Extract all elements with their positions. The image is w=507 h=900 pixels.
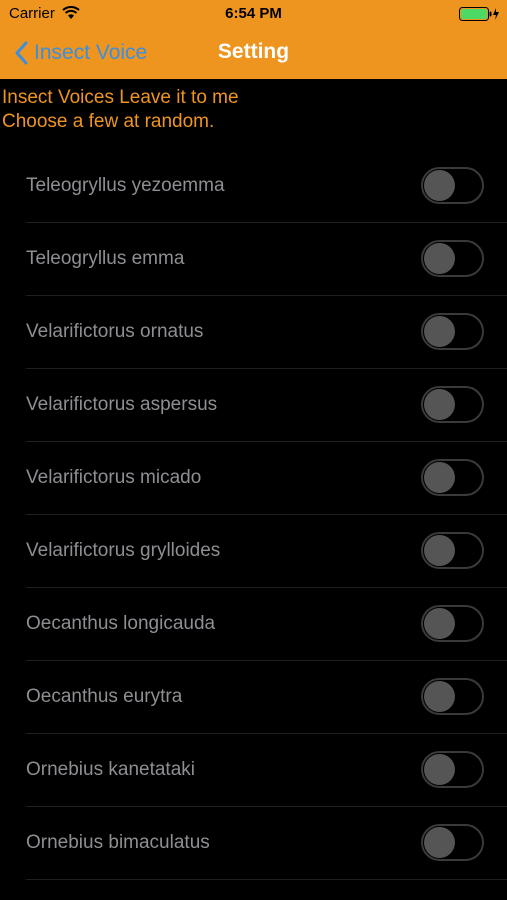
species-toggle[interactable] [421,459,484,496]
list-item: Oecanthus eurytra [0,661,507,734]
species-label: Velarifictorus aspersus [26,394,218,415]
toggle-knob [424,389,455,420]
list-item: Velarifictorus grylloides [0,515,507,588]
species-toggle[interactable] [421,532,484,569]
toggle-knob [424,462,455,493]
list-item: Teleogryllus emma [0,223,507,296]
species-toggle[interactable] [421,240,484,277]
toggle-knob [424,535,455,566]
battery-icon [459,7,501,25]
species-label: Oecanthus longicauda [26,613,216,634]
toggle-knob [424,681,455,712]
intro-text: Insect Voices Leave it to me Choose a fe… [2,86,239,134]
toggle-knob [424,608,455,639]
list-item: Ornebius kanetataki [0,734,507,807]
clock-time: 6:54 PM [225,5,282,22]
species-label: Oecanthus eurytra [26,686,183,707]
species-toggle[interactable] [421,313,484,350]
species-toggle[interactable] [421,386,484,423]
toggle-knob [424,754,455,785]
toggle-knob [424,316,455,347]
header-bar: Carrier 6:54 PM Insect Voice Setting [0,0,507,79]
species-label: Teleogryllus yezoemma [26,175,225,196]
list-item: Teleogryllus yezoemma [0,150,507,223]
intro-line-1: Insect Voices Leave it to me [2,87,239,108]
toggle-knob [424,827,455,858]
status-bar: Carrier 6:54 PM [0,0,507,28]
list-item: Velarifictorus ornatus [0,296,507,369]
toggle-knob [424,170,455,201]
list-item: Oecanthus longicauda [0,588,507,661]
list-item: Velarifictorus micado [0,442,507,515]
species-list: Teleogryllus yezoemma Teleogryllus emma … [0,150,507,880]
list-item: Velarifictorus aspersus [0,369,507,442]
intro-line-2: Choose a few at random. [2,111,215,132]
list-item: Ornebius bimaculatus [0,807,507,880]
species-label: Velarifictorus ornatus [26,321,204,342]
species-toggle[interactable] [421,605,484,642]
species-label: Ornebius kanetataki [26,759,195,780]
species-label: Velarifictorus grylloides [26,540,221,561]
page-title: Setting [217,40,290,63]
species-label: Ornebius bimaculatus [26,832,210,853]
navigation-bar: Insect Voice Setting [0,28,507,79]
row-divider [26,879,507,880]
toggle-knob [424,243,455,274]
species-label: Teleogryllus emma [26,248,185,269]
species-toggle[interactable] [421,167,484,204]
species-toggle[interactable] [421,678,484,715]
species-toggle[interactable] [421,751,484,788]
species-label: Velarifictorus micado [26,467,202,488]
species-toggle[interactable] [421,824,484,861]
